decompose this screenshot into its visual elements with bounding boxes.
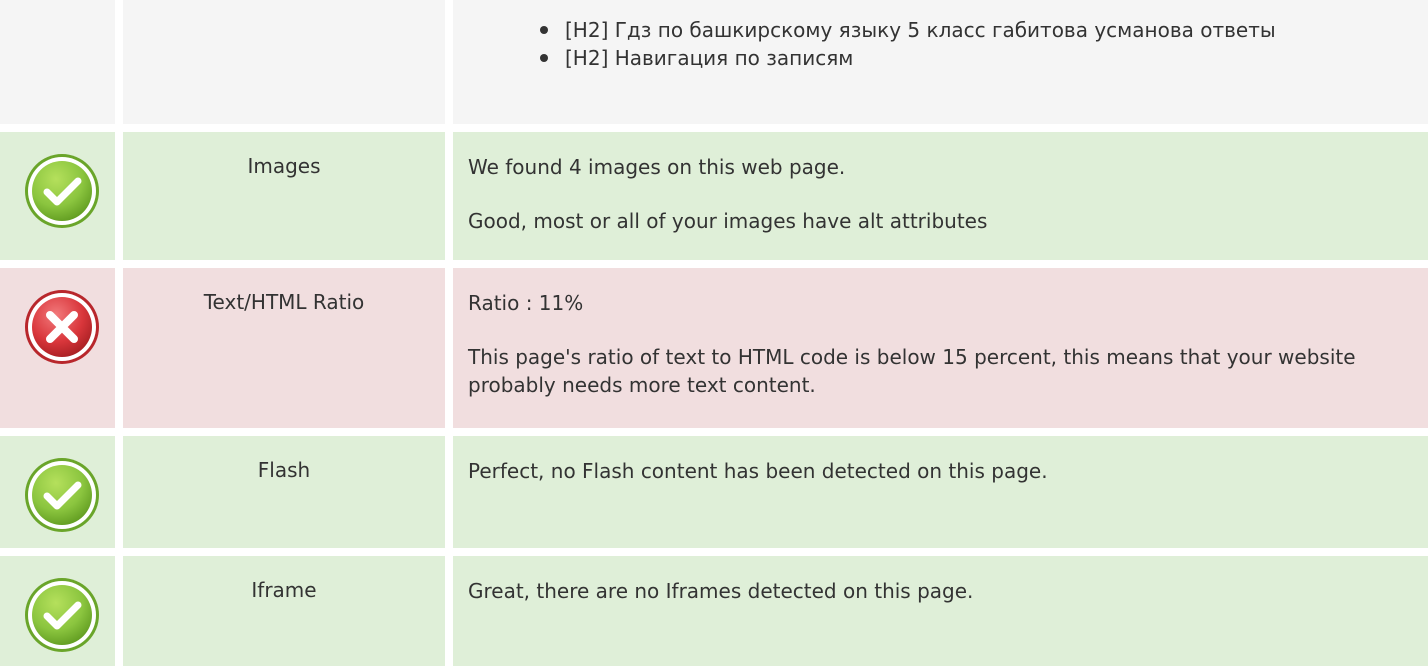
check-result-text: We found 4 images on this web page. <box>468 155 846 179</box>
check-label: Images <box>247 154 321 178</box>
status-icon-cell <box>0 132 115 260</box>
check-result-text: Great, there are no Iframes detected on … <box>468 579 974 603</box>
check-label: Iframe <box>251 578 317 602</box>
check-icon <box>25 154 99 228</box>
check-label-cell: Text/HTML Ratio <box>123 268 445 428</box>
check-label-cell: Iframe <box>123 556 445 666</box>
bullet-icon <box>540 54 548 62</box>
check-row-text-html-ratio: Text/HTML Ratio Ratio : 11% This page's … <box>0 268 1428 428</box>
check-label-cell: Flash <box>123 436 445 548</box>
check-content: Ratio : 11% This page's ratio of text to… <box>468 289 1400 399</box>
cross-icon <box>25 290 99 364</box>
heading-text: [H2] Навигация по записям <box>565 46 854 70</box>
check-content-cell: We found 4 images on this web page. Good… <box>453 132 1428 260</box>
check-row-iframe: Iframe Great, there are no Iframes detec… <box>0 556 1428 666</box>
check-label: Text/HTML Ratio <box>203 290 365 314</box>
seo-report: [H2] Гдз по башкирскому языку 5 класс га… <box>0 0 1428 666</box>
check-label: Flash <box>257 458 311 482</box>
check-content: We found 4 images on this web page. Good… <box>468 153 1400 235</box>
check-result-text: Ratio : 11% <box>468 291 584 315</box>
status-icon-cell <box>0 436 115 548</box>
check-content: Great, there are no Iframes detected on … <box>468 577 1400 605</box>
check-row-images: Images We found 4 images on this web pag… <box>0 132 1428 260</box>
check-result-text: Perfect, no Flash content has been detec… <box>468 459 1048 483</box>
check-advice-text: This page's ratio of text to HTML code i… <box>468 345 1356 397</box>
bullet-icon <box>540 26 548 34</box>
check-content-cell: Perfect, no Flash content has been detec… <box>453 436 1428 548</box>
check-icon <box>25 578 99 652</box>
check-label-cell: Images <box>123 132 445 260</box>
headings-content-cell: [H2] Гдз по башкирскому языку 5 класс га… <box>453 0 1428 124</box>
headings-list: [H2] Гдз по башкирскому языку 5 класс га… <box>530 16 1408 72</box>
heading-text: [H2] Гдз по башкирскому языку 5 класс га… <box>565 18 1276 42</box>
headings-label-cell <box>123 0 445 124</box>
list-item: [H2] Навигация по записям <box>530 44 1408 72</box>
check-icon <box>25 458 99 532</box>
status-icon-cell <box>0 268 115 428</box>
status-icon-cell <box>0 556 115 666</box>
check-content: Perfect, no Flash content has been detec… <box>468 457 1400 485</box>
list-item: [H2] Гдз по башкирскому языку 5 класс га… <box>530 16 1408 44</box>
check-content-cell: Great, there are no Iframes detected on … <box>453 556 1428 666</box>
check-content-cell: Ratio : 11% This page's ratio of text to… <box>453 268 1428 428</box>
check-row-flash: Flash Perfect, no Flash content has been… <box>0 436 1428 548</box>
check-advice-text: Good, most or all of your images have al… <box>468 209 988 233</box>
headings-icon-cell <box>0 0 115 124</box>
headings-row: [H2] Гдз по башкирскому языку 5 класс га… <box>0 0 1428 124</box>
